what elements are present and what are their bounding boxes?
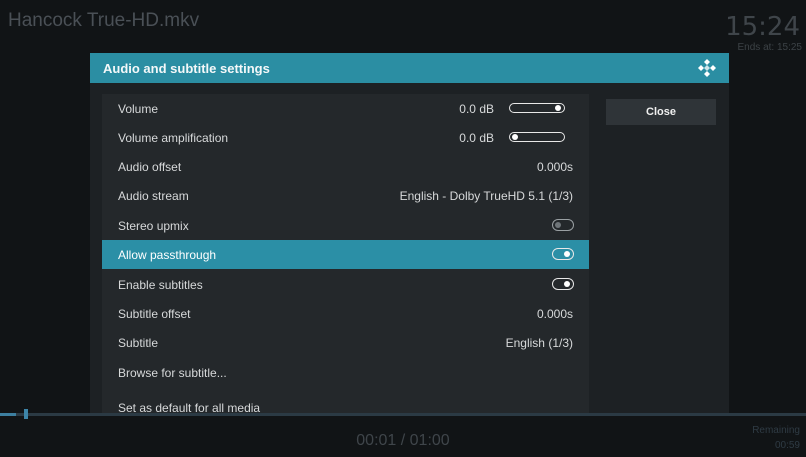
remaining-label: Remaining xyxy=(752,425,800,436)
setting-row-allow-passthrough[interactable]: Allow passthrough xyxy=(102,240,589,269)
setting-label: Audio stream xyxy=(118,189,189,203)
slider-knob[interactable] xyxy=(555,105,561,111)
setting-row-enable-subtitles[interactable]: Enable subtitles xyxy=(102,270,589,299)
setting-label: Audio offset xyxy=(118,160,182,174)
dialog-header: Audio and subtitle settings xyxy=(90,53,729,83)
setting-label: Subtitle xyxy=(118,336,159,350)
setting-row-audio-offset[interactable]: Audio offset 0.000s xyxy=(102,152,589,181)
setting-label: Browse for subtitle... xyxy=(118,366,227,380)
enable-subtitles-toggle[interactable] xyxy=(552,278,574,290)
volume-slider[interactable] xyxy=(509,103,565,113)
stereo-upmix-toggle[interactable] xyxy=(552,219,574,231)
slider-knob[interactable] xyxy=(512,134,518,140)
audio-subtitle-settings-dialog: Audio and subtitle settings Volume 0.0 d… xyxy=(90,53,729,414)
dialog-title: Audio and subtitle settings xyxy=(103,61,270,76)
setting-value: 0.0 dB xyxy=(459,131,494,145)
setting-value: English (1/3) xyxy=(505,336,573,350)
setting-row-stereo-upmix[interactable]: Stereo upmix xyxy=(102,211,589,240)
seek-bar-fill xyxy=(0,413,17,416)
setting-label: Volume xyxy=(118,102,159,116)
seek-bar[interactable] xyxy=(0,413,806,416)
kodi-logo-icon xyxy=(698,59,716,77)
settings-list: Volume 0.0 dB Volume amplification 0.0 d… xyxy=(102,94,589,414)
setting-value: 0.000s xyxy=(536,307,573,321)
remaining-time: 00:59 xyxy=(774,440,800,451)
toggle-dot xyxy=(564,250,570,257)
playback-time: 00:01 / 01:00 xyxy=(356,432,450,449)
video-title: Hancock True-HD.mkv xyxy=(8,10,200,31)
clock: 15:24 xyxy=(725,12,800,42)
setting-value: 0.0 dB xyxy=(459,102,494,116)
setting-label: Stereo upmix xyxy=(118,219,189,233)
setting-row-volume[interactable]: Volume 0.0 dB xyxy=(102,94,589,123)
setting-row-audio-stream[interactable]: Audio stream English - Dolby TrueHD 5.1 … xyxy=(102,181,589,210)
toggle-dot xyxy=(564,280,570,287)
ends-at-label: Ends at: 15:25 xyxy=(737,42,803,53)
setting-row-subtitle[interactable]: Subtitle English (1/3) xyxy=(102,328,589,357)
seek-bar-knob[interactable] xyxy=(24,409,28,419)
setting-row-set-as-default[interactable]: Set as default for all media xyxy=(102,393,589,414)
setting-value: 0.000s xyxy=(536,160,573,174)
setting-row-subtitle-offset[interactable]: Subtitle offset 0.000s xyxy=(102,299,589,328)
toggle-dot xyxy=(555,221,561,228)
close-button[interactable]: Close xyxy=(606,99,716,125)
allow-passthrough-toggle[interactable] xyxy=(552,248,574,260)
setting-label: Allow passthrough xyxy=(118,248,217,262)
setting-row-volume-amplification[interactable]: Volume amplification 0.0 dB xyxy=(102,123,589,152)
setting-label: Enable subtitles xyxy=(118,278,203,292)
setting-value: English - Dolby TrueHD 5.1 (1/3) xyxy=(399,189,573,203)
setting-label: Subtitle offset xyxy=(118,307,191,321)
volume-amplification-slider[interactable] xyxy=(509,132,565,142)
setting-label: Volume amplification xyxy=(118,131,229,145)
setting-row-browse-for-subtitle[interactable]: Browse for subtitle... xyxy=(102,358,589,387)
